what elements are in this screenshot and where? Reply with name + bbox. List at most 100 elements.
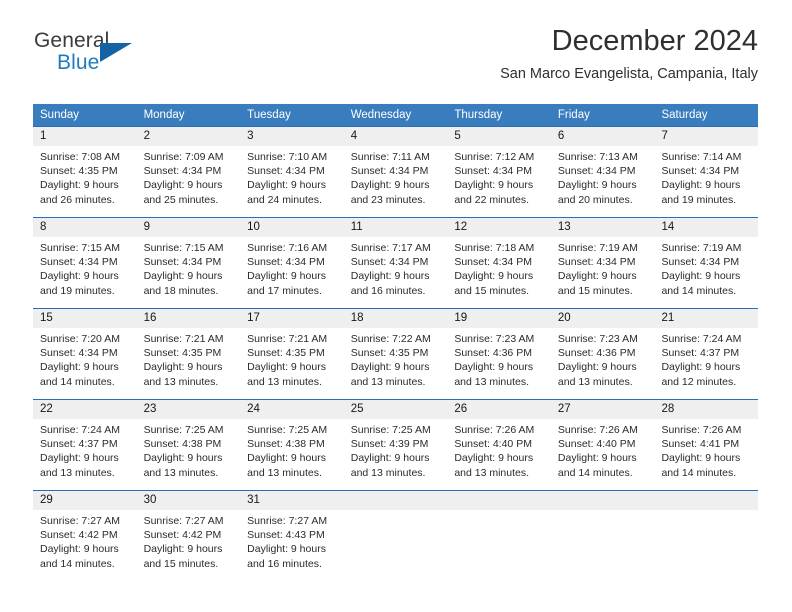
- day-cell[interactable]: Sunrise: 7:22 AM Sunset: 4:35 PM Dayligh…: [344, 328, 448, 399]
- sunset-text: Sunset: 4:35 PM: [143, 347, 222, 360]
- sunset-text: Sunset: 4:36 PM: [557, 347, 636, 360]
- daylight-text-line1: Daylight: 9 hours: [247, 179, 326, 192]
- sunrise-text: Sunrise: 7:26 AM: [557, 424, 638, 436]
- day-number[interactable]: 25: [344, 400, 448, 419]
- sunset-text: Sunset: 4:34 PM: [350, 256, 429, 269]
- day-cell[interactable]: Sunrise: 7:13 AM Sunset: 4:34 PM Dayligh…: [551, 146, 655, 217]
- sunrise-text: Sunrise: 7:26 AM: [661, 424, 742, 436]
- sunset-text: Sunset: 4:34 PM: [661, 256, 740, 269]
- day-cell[interactable]: Sunrise: 7:10 AM Sunset: 4:34 PM Dayligh…: [240, 146, 344, 217]
- day-number[interactable]: 3: [240, 127, 344, 146]
- sunset-text: Sunset: 4:38 PM: [143, 438, 222, 451]
- day-number[interactable]: 27: [551, 400, 655, 419]
- daylight-text-line2: and 14 minutes.: [557, 466, 633, 479]
- sunrise-text: Sunrise: 7:15 AM: [143, 242, 224, 254]
- daylight-text-line1: Daylight: 9 hours: [454, 361, 534, 374]
- day-number[interactable]: 11: [344, 218, 448, 237]
- day-number[interactable]: 6: [551, 127, 655, 146]
- day-number[interactable]: 20: [551, 309, 655, 328]
- day-number[interactable]: 23: [137, 400, 241, 419]
- day-cell[interactable]: Sunrise: 7:23 AM Sunset: 4:36 PM Dayligh…: [551, 328, 655, 399]
- day-cell[interactable]: Sunrise: 7:19 AM Sunset: 4:34 PM Dayligh…: [654, 237, 758, 308]
- sunset-text: Sunset: 4:35 PM: [350, 347, 429, 360]
- daylight-text-line1: Daylight: 9 hours: [143, 270, 223, 283]
- sunset-text: Sunset: 4:34 PM: [454, 165, 532, 178]
- day-number[interactable]: 15: [33, 309, 137, 328]
- day-cell[interactable]: Sunrise: 7:09 AM Sunset: 4:34 PM Dayligh…: [137, 146, 241, 217]
- day-cell[interactable]: Sunrise: 7:23 AM Sunset: 4:36 PM Dayligh…: [447, 328, 551, 399]
- day-cell[interactable]: Sunrise: 7:14 AM Sunset: 4:34 PM Dayligh…: [654, 146, 758, 217]
- day-number[interactable]: 14: [654, 218, 758, 237]
- day-number[interactable]: 22: [33, 400, 137, 419]
- day-number[interactable]: 17: [240, 309, 344, 328]
- sunrise-text: Sunrise: 7:13 AM: [557, 151, 638, 163]
- week-detail-row: Sunrise: 7:27 AM Sunset: 4:42 PM Dayligh…: [33, 510, 758, 570]
- day-number[interactable]: 31: [240, 491, 344, 510]
- day-number[interactable]: 7: [654, 127, 758, 146]
- day-cell[interactable]: Sunrise: 7:11 AM Sunset: 4:34 PM Dayligh…: [344, 146, 448, 217]
- daylight-text-line2: and 13 minutes.: [143, 375, 219, 388]
- sunset-text: Sunset: 4:34 PM: [143, 165, 222, 178]
- day-number[interactable]: 19: [447, 309, 551, 328]
- day-number[interactable]: 9: [137, 218, 241, 237]
- day-number[interactable]: 12: [447, 218, 551, 237]
- day-number[interactable]: 2: [137, 127, 241, 146]
- day-cell[interactable]: Sunrise: 7:25 AM Sunset: 4:39 PM Dayligh…: [344, 419, 448, 490]
- day-cell[interactable]: Sunrise: 7:15 AM Sunset: 4:34 PM Dayligh…: [33, 237, 137, 308]
- day-cell[interactable]: Sunrise: 7:15 AM Sunset: 4:34 PM Dayligh…: [137, 237, 241, 308]
- day-number[interactable]: 24: [240, 400, 344, 419]
- day-cell[interactable]: Sunrise: 7:27 AM Sunset: 4:43 PM Dayligh…: [240, 510, 344, 570]
- day-cell[interactable]: Sunrise: 7:21 AM Sunset: 4:35 PM Dayligh…: [240, 328, 344, 399]
- daylight-text-line1: Daylight: 9 hours: [454, 270, 534, 283]
- day-cell[interactable]: Sunrise: 7:20 AM Sunset: 4:34 PM Dayligh…: [33, 328, 137, 399]
- daylight-text-line2: and 12 minutes.: [661, 375, 737, 388]
- day-cell[interactable]: Sunrise: 7:12 AM Sunset: 4:34 PM Dayligh…: [447, 146, 551, 217]
- day-cell[interactable]: Sunrise: 7:27 AM Sunset: 4:42 PM Dayligh…: [137, 510, 241, 570]
- day-number[interactable]: 16: [137, 309, 241, 328]
- day-number[interactable]: 8: [33, 218, 137, 237]
- day-number[interactable]: 21: [654, 309, 758, 328]
- sunset-text: Sunset: 4:35 PM: [40, 165, 118, 178]
- day-number[interactable]: 28: [654, 400, 758, 419]
- day-number[interactable]: 5: [447, 127, 551, 146]
- daylight-text-line1: Daylight: 9 hours: [557, 361, 637, 374]
- page-header: General Blue December 2024 San Marco Eva…: [33, 25, 758, 98]
- day-cell[interactable]: Sunrise: 7:24 AM Sunset: 4:37 PM Dayligh…: [33, 419, 137, 490]
- day-number[interactable]: 13: [551, 218, 655, 237]
- day-cell-empty: [551, 510, 655, 570]
- day-number[interactable]: 29: [33, 491, 137, 510]
- day-cell[interactable]: Sunrise: 7:19 AM Sunset: 4:34 PM Dayligh…: [551, 237, 655, 308]
- day-number[interactable]: 10: [240, 218, 344, 237]
- sunrise-text: Sunrise: 7:16 AM: [247, 242, 328, 254]
- day-cell[interactable]: Sunrise: 7:17 AM Sunset: 4:34 PM Dayligh…: [344, 237, 448, 308]
- day-cell[interactable]: Sunrise: 7:21 AM Sunset: 4:35 PM Dayligh…: [137, 328, 241, 399]
- daylight-text-line1: Daylight: 9 hours: [661, 179, 741, 192]
- daylight-text-line2: and 14 minutes.: [661, 466, 737, 479]
- week-row: 1 2 3 4 5 6 7 Sunrise: 7:08 AM Sunset: 4…: [33, 126, 758, 217]
- week-detail-row: Sunrise: 7:20 AM Sunset: 4:34 PM Dayligh…: [33, 328, 758, 399]
- day-number[interactable]: 18: [344, 309, 448, 328]
- day-cell[interactable]: Sunrise: 7:26 AM Sunset: 4:40 PM Dayligh…: [447, 419, 551, 490]
- day-cell[interactable]: Sunrise: 7:08 AM Sunset: 4:35 PM Dayligh…: [33, 146, 137, 217]
- daylight-text-line1: Daylight: 9 hours: [247, 270, 326, 283]
- day-cell[interactable]: Sunrise: 7:26 AM Sunset: 4:40 PM Dayligh…: [551, 419, 655, 490]
- day-cell[interactable]: Sunrise: 7:16 AM Sunset: 4:34 PM Dayligh…: [240, 237, 344, 308]
- week-row: 22 23 24 25 26 27 28 Sunrise: 7:24 AM Su…: [33, 399, 758, 490]
- weekday-saturday: Saturday: [661, 109, 708, 121]
- day-cell[interactable]: Sunrise: 7:25 AM Sunset: 4:38 PM Dayligh…: [137, 419, 241, 490]
- day-number[interactable]: 26: [447, 400, 551, 419]
- day-cell[interactable]: Sunrise: 7:24 AM Sunset: 4:37 PM Dayligh…: [654, 328, 758, 399]
- general-blue-logo[interactable]: General Blue: [33, 26, 263, 82]
- sunset-text: Sunset: 4:42 PM: [40, 529, 118, 542]
- day-cell[interactable]: Sunrise: 7:25 AM Sunset: 4:38 PM Dayligh…: [240, 419, 344, 490]
- day-number[interactable]: 4: [344, 127, 448, 146]
- day-cell[interactable]: Sunrise: 7:27 AM Sunset: 4:42 PM Dayligh…: [33, 510, 137, 570]
- sunrise-text: Sunrise: 7:20 AM: [40, 333, 120, 345]
- day-number[interactable]: 1: [33, 127, 137, 146]
- day-number[interactable]: 30: [137, 491, 241, 510]
- week-date-band: 15 16 17 18 19 20 21: [33, 309, 758, 328]
- sunrise-text: Sunrise: 7:15 AM: [40, 242, 120, 254]
- day-cell[interactable]: Sunrise: 7:18 AM Sunset: 4:34 PM Dayligh…: [447, 237, 551, 308]
- weekday-tuesday: Tuesday: [247, 109, 291, 121]
- day-cell[interactable]: Sunrise: 7:26 AM Sunset: 4:41 PM Dayligh…: [654, 419, 758, 490]
